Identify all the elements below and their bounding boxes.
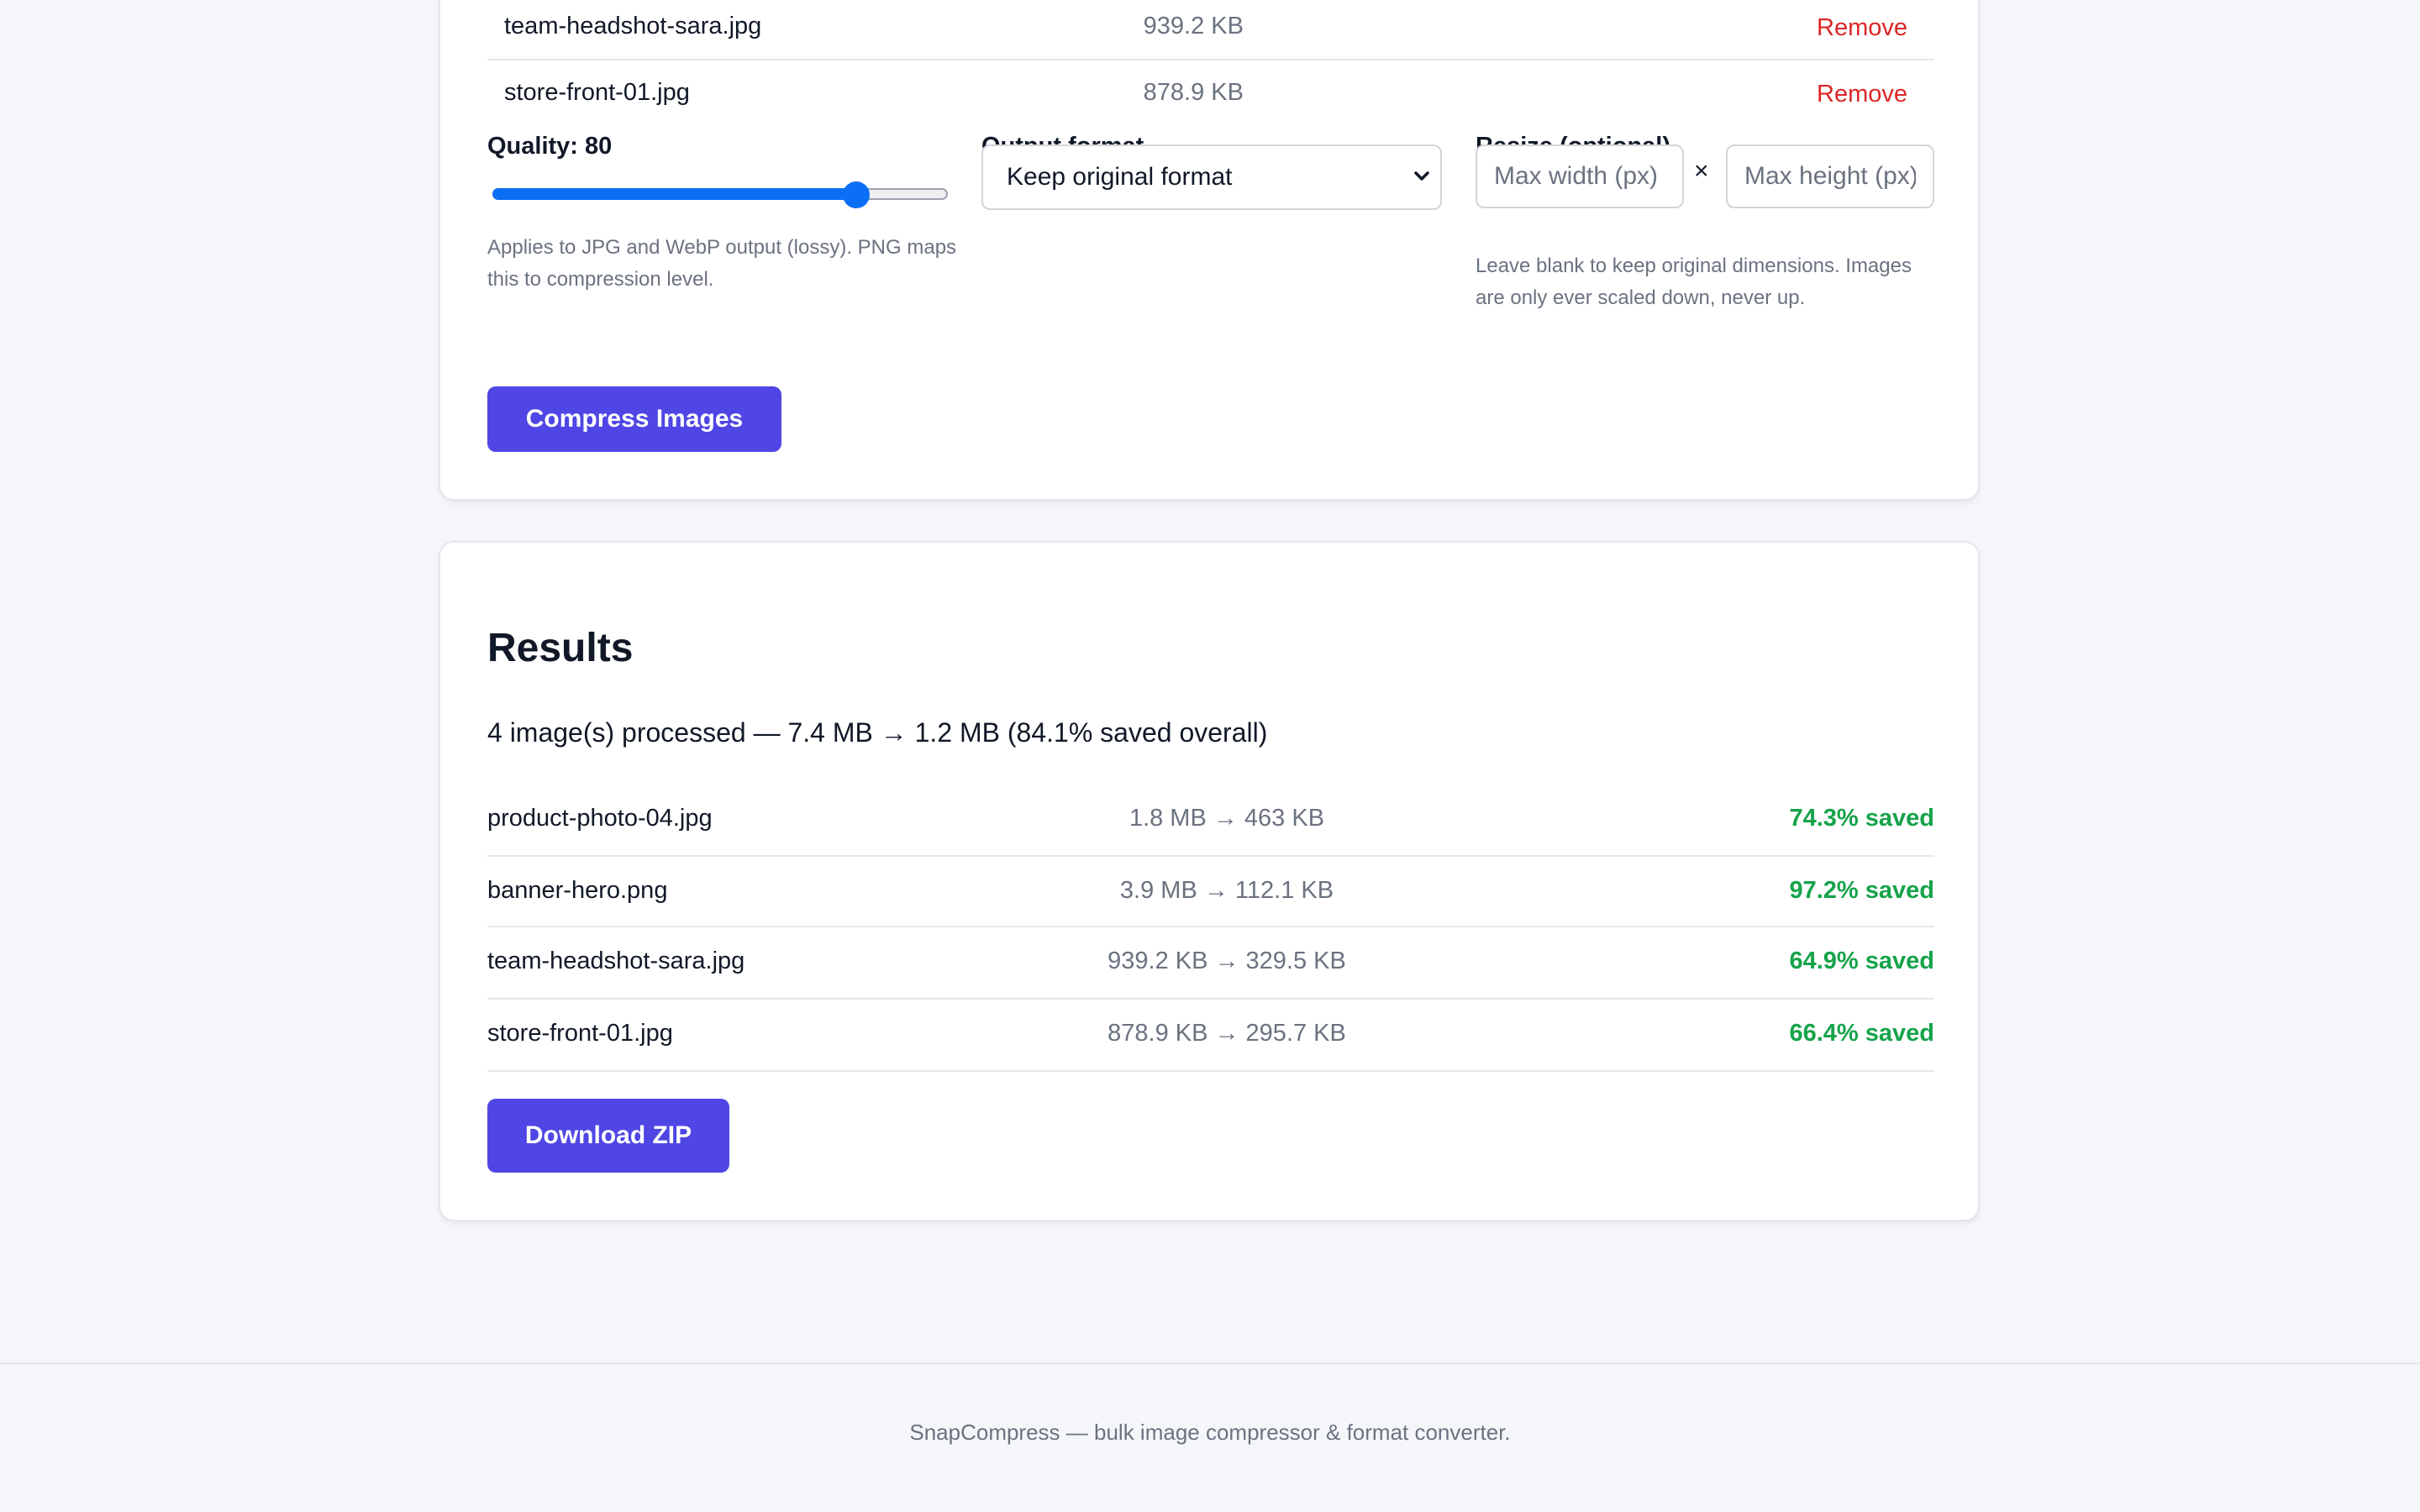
result-savings: 97.2% saved	[1789, 877, 1934, 904]
resize-hint: Leave blank to keep original dimensions.…	[1476, 255, 1912, 309]
result-size-change: 3.9 MB → 112.1 KB	[1119, 877, 1334, 904]
chevron-down-icon	[1414, 171, 1429, 181]
result-row: banner-hero.png 3.9 MB → 112.1 KB 97.2% …	[487, 855, 1934, 926]
results-summary: 4 image(s) processed — 7.4 MB → 1.2 MB (…	[487, 717, 1268, 748]
result-savings: 66.4% saved	[1789, 1020, 1934, 1047]
result-row: store-front-01.jpg 878.9 KB → 295.7 KB 6…	[487, 998, 1934, 1068]
quality-label: Quality: 80	[487, 133, 613, 160]
result-size-change: 1.8 MB → 463 KB	[1128, 805, 1325, 832]
dimension-separator: ×	[1694, 157, 1709, 185]
result-size-change: 939.2 KB → 329.5 KB	[1107, 948, 1346, 974]
max-height-input[interactable]	[1726, 144, 1934, 208]
quality-hint: Applies to JPG and WebP output (lossy). …	[487, 236, 957, 291]
output-format-select[interactable]: Keep original format	[981, 144, 1442, 210]
footer-text: SnapCompress — bulk image compressor & f…	[909, 1420, 1511, 1445]
result-row: product-photo-04.jpg 1.8 MB → 463 KB 74.…	[487, 783, 1934, 853]
results-card: Results 4 image(s) processed — 7.4 MB → …	[439, 541, 1980, 1221]
file-size: 939.2 KB	[1143, 13, 1244, 39]
result-savings: 64.9% saved	[1789, 948, 1934, 974]
file-list-item: store-front-01.jpg 878.9 KB Remove	[487, 60, 1934, 125]
result-file-name: store-front-01.jpg	[487, 1020, 673, 1047]
max-width-input[interactable]	[1476, 144, 1684, 208]
result-row: team-headshot-sara.jpg 939.2 KB → 329.5 …	[487, 926, 1934, 996]
result-file-name: product-photo-04.jpg	[487, 805, 713, 832]
compress-images-button[interactable]: Compress Images	[487, 386, 781, 452]
result-row-divider	[487, 1070, 1934, 1072]
output-format-value: Keep original format	[1007, 163, 1233, 191]
slider-thumb[interactable]	[842, 181, 870, 208]
result-file-name: team-headshot-sara.jpg	[487, 948, 745, 974]
result-savings: 74.3% saved	[1789, 805, 1934, 832]
remove-file-button[interactable]: Remove	[1817, 0, 1907, 60]
remove-file-button[interactable]: Remove	[1817, 61, 1907, 127]
footer-divider	[0, 1362, 2420, 1364]
results-title: Results	[487, 626, 634, 670]
slider-fill	[492, 188, 856, 200]
quality-slider[interactable]	[492, 178, 948, 212]
file-list-item: team-headshot-sara.jpg 939.2 KB Remove	[487, 0, 1934, 59]
file-size: 878.9 KB	[1143, 79, 1244, 106]
upload-settings-card: team-headshot-sara.jpg 939.2 KB Remove s…	[439, 0, 1980, 501]
download-zip-button[interactable]: Download ZIP	[487, 1099, 729, 1173]
result-file-name: banner-hero.png	[487, 877, 668, 904]
result-size-change: 878.9 KB → 295.7 KB	[1107, 1020, 1346, 1047]
